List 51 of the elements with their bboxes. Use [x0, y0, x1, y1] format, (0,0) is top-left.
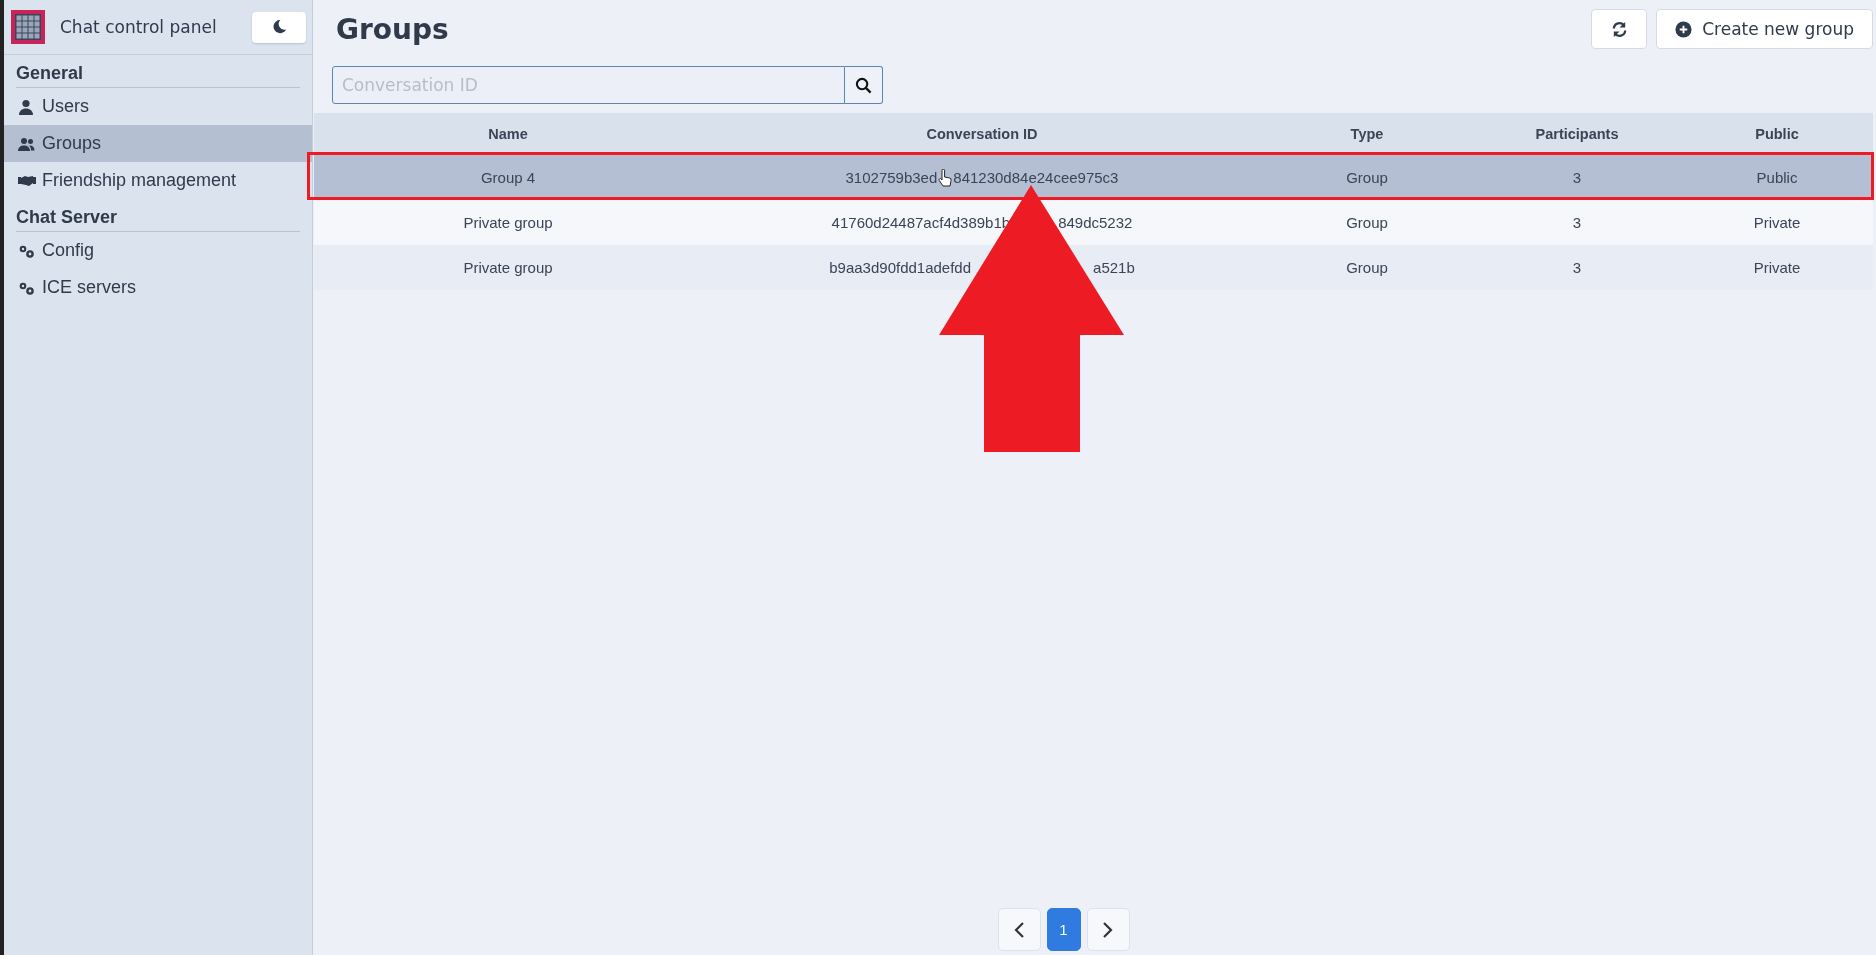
table-cell-text: Private group	[462, 214, 554, 231]
chevron-left-icon	[1013, 920, 1025, 939]
table-cell-text: Public	[1755, 169, 1799, 186]
next-page-button[interactable]	[1086, 908, 1130, 951]
table-cell-text: Group	[1345, 214, 1389, 231]
sidebar-item[interactable]: Groups	[4, 125, 312, 162]
search-icon	[855, 76, 872, 94]
sidebar-item[interactable]: Config	[4, 232, 312, 269]
sidebar-item[interactable]: Users	[4, 88, 312, 125]
conversation-id-text: a521b	[1093, 259, 1135, 276]
sidebar-item[interactable]: ICE servers	[4, 269, 312, 306]
plus-circle-icon	[1675, 20, 1693, 38]
column-header: Name	[487, 126, 529, 142]
create-group-button[interactable]: Create new group	[1656, 9, 1873, 49]
table-cell-text: Private	[1752, 214, 1802, 231]
table-cell-text: 3	[1571, 259, 1583, 276]
column-header: Participants	[1534, 126, 1620, 142]
hand-pointer-icon	[938, 168, 953, 187]
table-row[interactable]: Private group 41760d24487acf4d389b1b 849dc5232 Group 3 Private	[314, 200, 1873, 245]
table-cell-text: Private	[1752, 259, 1802, 276]
users-icon	[18, 135, 36, 152]
user-icon	[18, 98, 36, 115]
previous-page-button[interactable]	[997, 908, 1041, 951]
column-header: Public	[1754, 126, 1800, 142]
search-button[interactable]	[845, 66, 883, 104]
page-title: Groups	[336, 12, 449, 46]
chevron-right-icon	[1102, 920, 1114, 939]
conversation-id-text: 841230d84e24cee975c3	[953, 169, 1119, 186]
theme-toggle-button[interactable]	[252, 11, 306, 43]
table-cell-text: Group	[1345, 259, 1389, 276]
column-header: Type	[1349, 126, 1385, 142]
app-logo-icon	[10, 9, 46, 45]
table-cell-text: 3	[1571, 169, 1583, 186]
column-header: Conversation ID	[925, 126, 1039, 142]
table-row[interactable]: Private group b9aa3d90fdd1adefdd a521b Group 3 Private	[314, 245, 1873, 290]
table-cell-text: Group 4	[479, 169, 537, 186]
sidebar-item[interactable]: Friendship management	[4, 162, 312, 199]
refresh-button[interactable]	[1591, 9, 1648, 49]
section-heading: General	[16, 63, 300, 88]
conversation-id-text: 41760d24487acf4d389b1b	[831, 214, 1011, 231]
conversation-id-text: 849dc5232	[1058, 214, 1133, 231]
refresh-icon	[1610, 20, 1628, 38]
table-row[interactable]: Group 4 3102759b3ed 841230d84e24cee975c3 Group 3 Public	[314, 155, 1873, 200]
table-cell-text: Private group	[462, 259, 554, 276]
page-button[interactable]: 1	[1046, 908, 1081, 951]
table-cell-text: Group	[1345, 169, 1389, 186]
app-title: Chat control panel	[60, 17, 218, 37]
conversation-id-text: 3102759b3ed	[845, 169, 938, 186]
conversation-id-text: b9aa3d90fdd1adefdd	[829, 259, 972, 276]
table-cell-text: 3	[1571, 214, 1583, 231]
section-heading: Chat Server	[16, 207, 300, 232]
